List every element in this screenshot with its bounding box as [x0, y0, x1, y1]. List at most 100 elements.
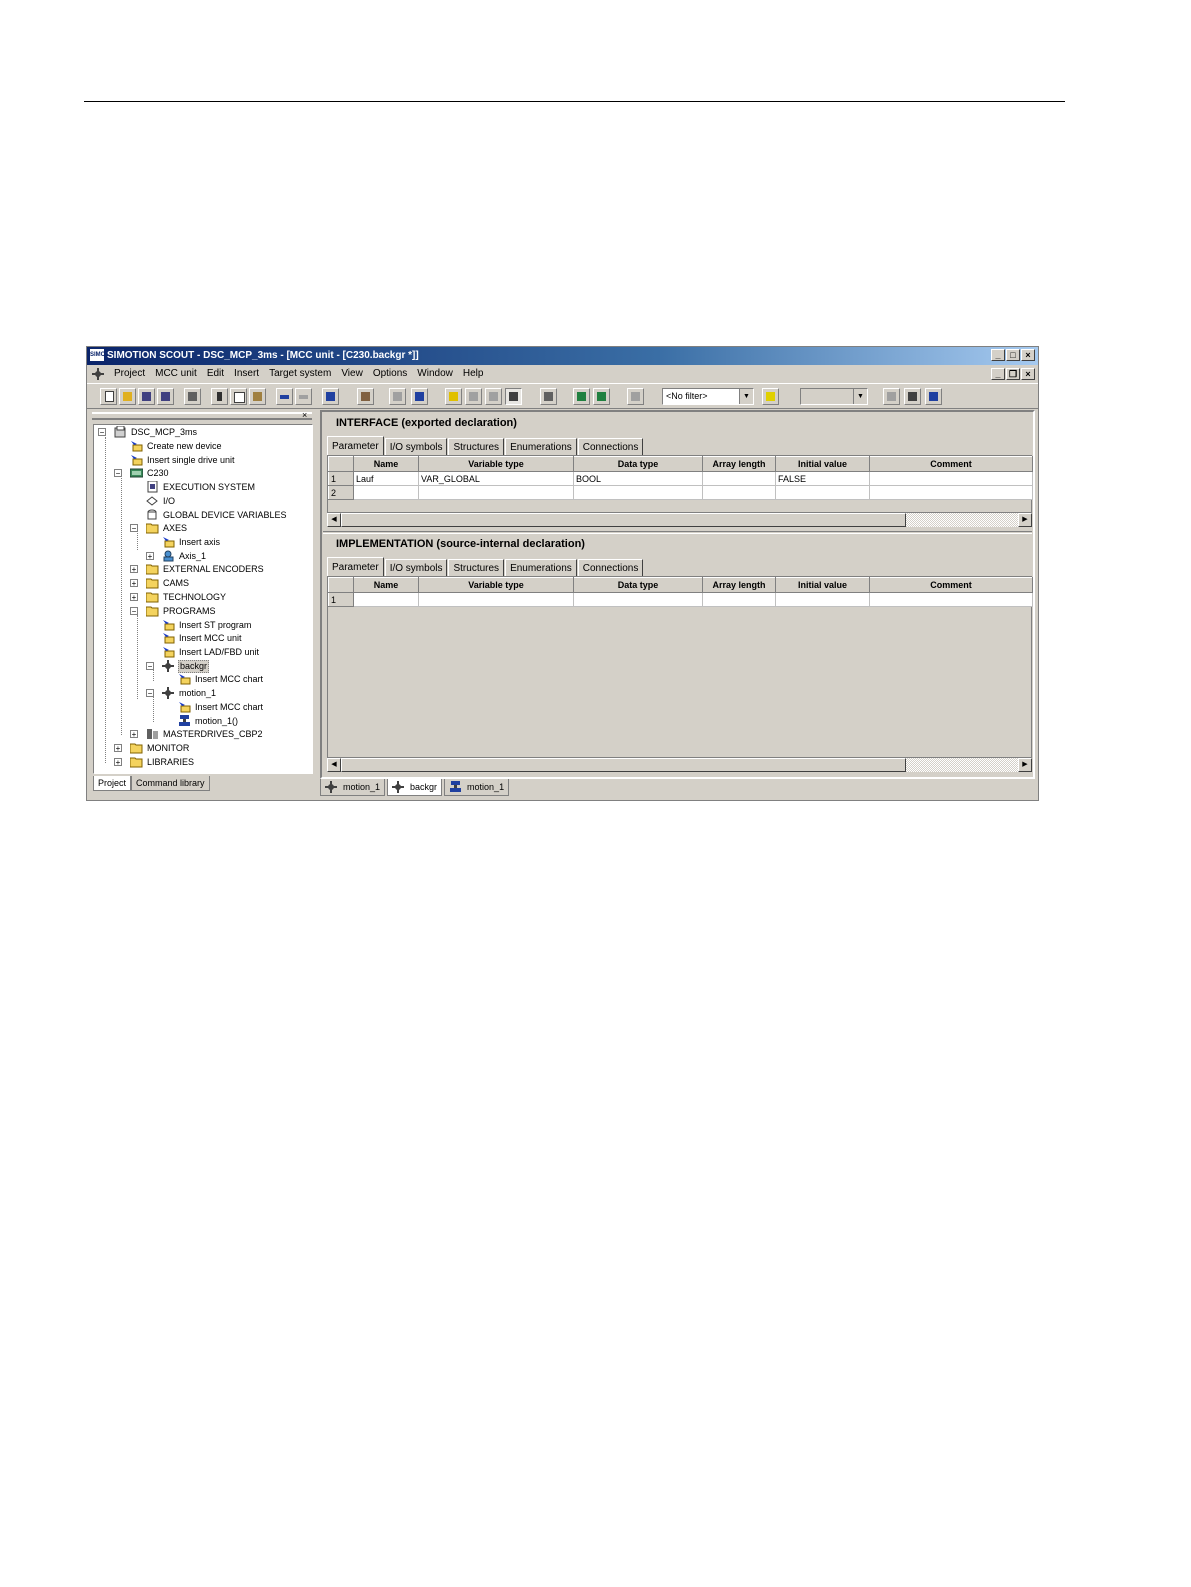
- scroll-left-icon[interactable]: ◀: [327, 513, 341, 527]
- maximize-button[interactable]: □: [1006, 349, 1020, 361]
- help-pointer-icon[interactable]: [322, 388, 339, 405]
- trace-2-icon[interactable]: [593, 388, 610, 405]
- new-icon[interactable]: [100, 388, 117, 405]
- cell-array-length[interactable]: [702, 485, 776, 500]
- copy-icon[interactable]: [230, 388, 247, 405]
- cut-disabled-icon[interactable]: [389, 388, 406, 405]
- collapse-icon[interactable]: −: [146, 662, 154, 671]
- cell-comment[interactable]: [869, 471, 1033, 486]
- tab-parameter[interactable]: Parameter: [327, 557, 384, 576]
- open-icon[interactable]: [119, 388, 136, 405]
- cell-comment[interactable]: [869, 485, 1033, 500]
- menu-project[interactable]: Project: [109, 365, 150, 383]
- save-compile-icon[interactable]: [157, 388, 174, 405]
- menu-help[interactable]: Help: [458, 365, 489, 383]
- cell-initial-value[interactable]: FALSE: [775, 471, 870, 486]
- expand-icon[interactable]: +: [114, 758, 122, 767]
- collapse-icon[interactable]: −: [130, 524, 138, 533]
- navigator-grip[interactable]: [92, 412, 312, 420]
- expand-icon[interactable]: +: [130, 579, 138, 588]
- column-header-data-type[interactable]: Data type: [573, 456, 703, 472]
- tab-enumerations[interactable]: Enumerations: [505, 438, 577, 455]
- column-header-name[interactable]: Name: [353, 456, 419, 472]
- print-icon[interactable]: [184, 388, 201, 405]
- mdi-minimize-button[interactable]: _: [991, 368, 1005, 380]
- cell-name[interactable]: Lauf: [353, 471, 419, 486]
- x-subscript-icon[interactable]: [411, 388, 428, 405]
- menu-insert[interactable]: Insert: [229, 365, 264, 383]
- expand-icon[interactable]: +: [146, 552, 154, 561]
- tab-io-symbols[interactable]: I/O symbols: [384, 438, 448, 455]
- cell-initial-value[interactable]: [775, 485, 870, 500]
- tab-project[interactable]: Project: [93, 776, 132, 791]
- cell-array-length[interactable]: [702, 592, 776, 607]
- column-header-initial-value[interactable]: Initial value: [775, 577, 870, 593]
- cell-comment[interactable]: [869, 592, 1033, 607]
- undo-icon[interactable]: [276, 388, 293, 405]
- expand-icon[interactable]: +: [114, 744, 122, 753]
- scroll-track[interactable]: [906, 513, 1018, 527]
- expand-icon[interactable]: +: [130, 593, 138, 602]
- scroll-thumb[interactable]: [341, 758, 906, 772]
- collapse-icon[interactable]: −: [98, 428, 106, 437]
- mcc-unit-icon[interactable]: [92, 368, 104, 380]
- save-icon[interactable]: [138, 388, 155, 405]
- row-number[interactable]: 1: [328, 592, 354, 607]
- tab-structures[interactable]: Structures: [448, 438, 505, 455]
- settings-icon[interactable]: [627, 388, 644, 405]
- scroll-left-icon[interactable]: ◀: [327, 758, 341, 772]
- column-header-array-length[interactable]: Array length: [702, 577, 776, 593]
- collapse-icon[interactable]: −: [146, 689, 154, 698]
- trace-icon[interactable]: [573, 388, 590, 405]
- cell-variable-type[interactable]: [418, 592, 574, 607]
- menu-view[interactable]: View: [336, 365, 368, 383]
- interface-hscroll[interactable]: ◀ ▶: [327, 513, 1032, 527]
- cell-initial-value[interactable]: [775, 592, 870, 607]
- close-icon[interactable]: ×: [302, 410, 307, 420]
- column-header-rownum[interactable]: [328, 456, 354, 472]
- tab-connections[interactable]: Connections: [577, 438, 644, 455]
- cell-array-length[interactable]: [702, 471, 776, 486]
- compile-icon[interactable]: [465, 388, 482, 405]
- tab-io-symbols[interactable]: I/O symbols: [384, 559, 448, 576]
- expand-icon[interactable]: +: [130, 565, 138, 574]
- column-header-variable-type[interactable]: Variable type: [418, 577, 574, 593]
- device-diagnostics-icon[interactable]: [540, 388, 557, 405]
- filter-settings-icon[interactable]: [762, 388, 779, 405]
- implementation-hscroll[interactable]: ◀ ▶: [327, 758, 1032, 772]
- column-header-name[interactable]: Name: [353, 577, 419, 593]
- cell-name[interactable]: [353, 485, 419, 500]
- close-button[interactable]: ×: [1021, 349, 1035, 361]
- mdi-restore-button[interactable]: ❐: [1006, 368, 1020, 380]
- tool-b-icon[interactable]: [904, 388, 921, 405]
- tab-enumerations[interactable]: Enumerations: [505, 559, 577, 576]
- filter-combo[interactable]: <No filter> ▼: [662, 388, 754, 405]
- collapse-icon[interactable]: −: [114, 469, 122, 478]
- table-row[interactable]: 1: [328, 592, 1033, 607]
- column-header-comment[interactable]: Comment: [869, 456, 1033, 472]
- tool-a-icon[interactable]: [883, 388, 900, 405]
- doc-tab-motion-1[interactable]: motion_1: [320, 779, 386, 796]
- accessible-nodes-icon[interactable]: [357, 388, 374, 405]
- column-header-data-type[interactable]: Data type: [573, 577, 703, 593]
- scroll-right-icon[interactable]: ▶: [1018, 513, 1032, 527]
- project-tree[interactable]: − DSC_MCP_3ms Create new device Insert s…: [93, 424, 313, 774]
- upload-icon[interactable]: [485, 388, 502, 405]
- percent-toggle-icon[interactable]: [505, 388, 522, 405]
- scroll-track[interactable]: [906, 758, 1018, 772]
- mdi-close-button[interactable]: ×: [1021, 368, 1035, 380]
- menu-target-system[interactable]: Target system: [264, 365, 336, 383]
- tab-structures[interactable]: Structures: [448, 559, 505, 576]
- download-icon[interactable]: [445, 388, 462, 405]
- cell-name[interactable]: [353, 592, 419, 607]
- tab-command-library[interactable]: Command library: [131, 776, 210, 791]
- doc-tab-motion-1-chart[interactable]: motion_1: [444, 779, 510, 796]
- minimize-button[interactable]: _: [991, 349, 1005, 361]
- cell-data-type[interactable]: BOOL: [573, 471, 703, 486]
- cell-data-type[interactable]: [573, 592, 703, 607]
- expand-icon[interactable]: +: [130, 730, 138, 739]
- scroll-right-icon[interactable]: ▶: [1018, 758, 1032, 772]
- row-number[interactable]: 2: [328, 485, 354, 500]
- menu-window[interactable]: Window: [412, 365, 458, 383]
- table-row[interactable]: 1 Lauf VAR_GLOBAL BOOL FALSE: [328, 471, 1033, 486]
